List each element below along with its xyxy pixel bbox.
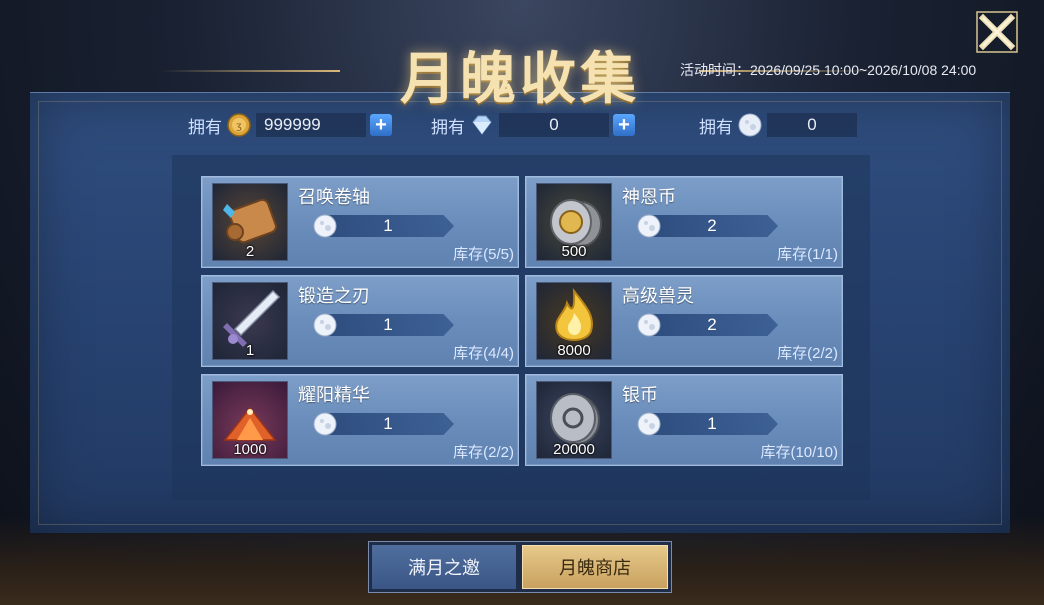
gold-coin-icon: ʒ: [227, 113, 251, 137]
item-thumbnail: 1000: [212, 381, 288, 459]
item-stock: 库存(5/5): [453, 246, 514, 263]
item-name: 高级兽灵: [622, 286, 694, 306]
item-thumbnail: 2: [212, 183, 288, 261]
item-name: 锻造之刃: [298, 286, 370, 306]
event-time: 活动时间：2026/09/25 10:00~2026/10/08 24:00: [680, 62, 977, 78]
shop-item-card[interactable]: 1 锻造之刃 1 库存(4/4): [201, 275, 519, 367]
currency-gold: 拥有 ʒ 999999 +: [188, 113, 392, 137]
item-quantity: 1: [245, 342, 255, 359]
item-stock: 库存(2/2): [777, 345, 838, 362]
bottom-tabs: 满月之邀 月魄商店: [368, 541, 672, 593]
svg-text:ʒ: ʒ: [236, 121, 242, 132]
item-price: 1: [707, 414, 717, 433]
shop-item-card[interactable]: 1000 耀阳精华 1 库存(2/2): [201, 374, 519, 466]
currency-diamond: 拥有 0 +: [431, 113, 635, 137]
item-price: 2: [707, 216, 717, 235]
tab-full-moon-invite[interactable]: 满月之邀: [372, 545, 516, 589]
title-banner: 月魄收集: [320, 30, 720, 112]
currency-diamond-value: 0: [499, 113, 609, 137]
currency-moon-soul-value: 0: [767, 113, 857, 137]
item-thumbnail: 20000: [536, 381, 612, 459]
item-thumbnail: 1: [212, 282, 288, 360]
shop-item-card[interactable]: 500 神恩币 2 库存(1/1): [525, 176, 843, 268]
item-stock: 库存(1/1): [777, 246, 838, 263]
item-name: 耀阳精华: [298, 385, 370, 405]
item-name: 召唤卷轴: [298, 187, 370, 207]
item-quantity: 500: [561, 243, 587, 260]
title-ornament-left: [160, 70, 340, 72]
item-quantity: 8000: [557, 342, 591, 359]
tab-moon-soul-shop[interactable]: 月魄商店: [522, 545, 668, 589]
currency-label: 拥有: [431, 117, 465, 137]
add-gold-button[interactable]: +: [370, 114, 392, 136]
shop-item-card[interactable]: 20000 银币 1 库存(10/10): [525, 374, 843, 466]
close-icon: [976, 11, 1018, 53]
moon-soul-icon: [738, 113, 762, 137]
item-name: 神恩币: [622, 187, 676, 207]
close-button[interactable]: [975, 10, 1019, 54]
currency-gold-value: 999999: [256, 113, 366, 137]
shop-item-card[interactable]: 8000 高级兽灵 2 库存(2/2): [525, 275, 843, 367]
item-price: 2: [707, 315, 717, 334]
item-stock: 库存(4/4): [453, 345, 514, 362]
item-stock: 库存(10/10): [760, 444, 838, 461]
currency-moon-soul: 拥有 0: [699, 113, 857, 137]
item-quantity: 1000: [233, 441, 267, 458]
item-quantity: 20000: [553, 441, 595, 458]
item-thumbnail: 8000: [536, 282, 612, 360]
item-price: 1: [383, 414, 393, 433]
item-price: 1: [383, 216, 393, 235]
item-stock: 库存(2/2): [453, 444, 514, 461]
item-thumbnail: 500: [536, 183, 612, 261]
add-diamond-button[interactable]: +: [613, 114, 635, 136]
shop-item-card[interactable]: 2 召唤卷轴 1 库存(5/5): [201, 176, 519, 268]
item-quantity: 2: [245, 243, 255, 260]
currency-label: 拥有: [188, 117, 222, 137]
item-name: 银币: [622, 385, 658, 405]
item-price: 1: [383, 315, 393, 334]
page-title: 月魄收集: [400, 46, 640, 112]
currency-label: 拥有: [699, 117, 733, 137]
diamond-icon: [472, 115, 492, 135]
